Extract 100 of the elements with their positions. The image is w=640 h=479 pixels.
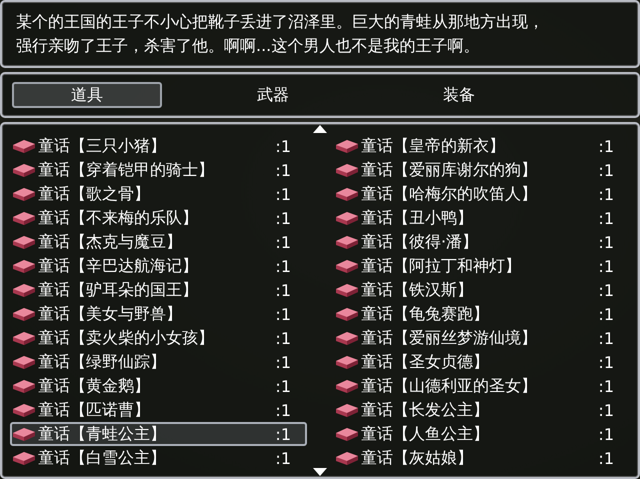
item-count: :1 — [275, 280, 291, 300]
book-icon — [12, 330, 36, 346]
item-count: :1 — [598, 280, 614, 300]
item-row[interactable]: 童话【美女与野兽】 :1 — [10, 302, 307, 326]
item-count: :1 — [275, 376, 291, 396]
item-name: 童话【青蛙公主】 — [38, 424, 167, 444]
scroll-down-icon[interactable] — [313, 468, 327, 476]
item-name: 童话【驴耳朵的国王】 — [38, 280, 199, 300]
book-icon — [12, 402, 36, 418]
item-name: 童话【不来梅的乐队】 — [38, 208, 199, 228]
item-name: 童话【爱丽库谢尔的狗】 — [361, 160, 538, 180]
item-count: :1 — [275, 184, 291, 204]
item-count: :1 — [598, 160, 614, 180]
book-icon — [12, 234, 36, 250]
item-row[interactable]: 童话【匹诺曹】 :1 — [10, 398, 307, 422]
book-icon — [335, 186, 359, 202]
item-count: :1 — [598, 304, 614, 324]
item-row[interactable]: 童话【龟兔赛跑】 :1 — [333, 302, 630, 326]
item-count: :1 — [275, 352, 291, 372]
book-icon — [335, 306, 359, 322]
item-count: :1 — [598, 376, 614, 396]
book-icon — [335, 162, 359, 178]
book-icon — [12, 378, 36, 394]
item-name: 童话【爱丽丝梦游仙境】 — [361, 328, 538, 348]
book-icon — [335, 138, 359, 154]
item-row[interactable]: 童话【人鱼公主】 :1 — [333, 422, 630, 446]
item-count: :1 — [275, 328, 291, 348]
item-row[interactable]: 童话【三只小猪】 :1 — [10, 134, 307, 158]
item-name: 童话【人鱼公主】 — [361, 424, 490, 444]
item-row[interactable]: 童话【白雪公主】 :1 — [10, 446, 307, 470]
item-name: 童话【辛巴达航海记】 — [38, 256, 199, 276]
item-row[interactable]: 童话【哈梅尔的吹笛人】 :1 — [333, 182, 630, 206]
item-name: 童话【白雪公主】 — [38, 448, 167, 468]
book-icon — [12, 186, 36, 202]
item-row[interactable]: 童话【山德利亚的圣女】 :1 — [333, 374, 630, 398]
item-name: 童话【美女与野兽】 — [38, 304, 183, 324]
item-name: 童话【黄金鹅】 — [38, 376, 151, 396]
item-name: 童话【哈梅尔的吹笛人】 — [361, 184, 538, 204]
item-row[interactable]: 童话【歌之骨】 :1 — [10, 182, 307, 206]
item-count: :1 — [598, 136, 614, 156]
description-text: 某个的王国的王子不小心把靴子丢进了沼泽里。巨大的青蛙从那地方出现， — [16, 11, 545, 33]
book-icon — [12, 450, 36, 466]
item-count: :1 — [598, 328, 614, 348]
item-name: 童话【阿拉丁和神灯】 — [361, 256, 522, 276]
item-row[interactable]: 童话【圣女贞德】 :1 — [333, 350, 630, 374]
book-icon — [335, 402, 359, 418]
book-icon — [12, 162, 36, 178]
description-text: 强行亲吻了王子，杀害了他。啊啊...这个男人也不是我的王子啊。 — [16, 35, 480, 57]
item-row[interactable]: 童话【卖火柴的小女孩】 :1 — [10, 326, 307, 350]
item-row[interactable]: 童话【丑小鸭】 :1 — [333, 206, 630, 230]
item-count: :1 — [598, 256, 614, 276]
item-row[interactable]: 童话【不来梅的乐队】 :1 — [10, 206, 307, 230]
book-icon — [335, 258, 359, 274]
item-row[interactable]: 童话【辛巴达航海记】 :1 — [10, 254, 307, 278]
item-count: :1 — [275, 304, 291, 324]
item-count: :1 — [275, 400, 291, 420]
book-icon — [12, 282, 36, 298]
item-row[interactable]: 童话【彼得·潘】 :1 — [333, 230, 630, 254]
item-row[interactable]: 童话【爱丽库谢尔的狗】 :1 — [333, 158, 630, 182]
item-row[interactable]: 童话【青蛙公主】 :1 — [10, 422, 307, 446]
book-icon — [335, 378, 359, 394]
book-icon — [335, 330, 359, 346]
book-icon — [12, 426, 36, 442]
item-row[interactable]: 童话【驴耳朵的国王】 :1 — [10, 278, 307, 302]
item-row[interactable]: 童话【灰姑娘】 :1 — [333, 446, 630, 470]
category-tab[interactable]: 道具 — [12, 82, 162, 108]
item-count: :1 — [598, 184, 614, 204]
category-tab[interactable]: 武器 — [198, 82, 348, 108]
book-icon — [12, 306, 36, 322]
item-name: 童话【灰姑娘】 — [361, 448, 474, 468]
book-icon — [12, 138, 36, 154]
item-count: :1 — [275, 448, 291, 468]
item-name: 童话【穿着铠甲的骑士】 — [38, 160, 215, 180]
item-name: 童话【龟兔赛跑】 — [361, 304, 490, 324]
item-name: 童话【三只小猪】 — [38, 136, 167, 156]
item-count: :1 — [598, 352, 614, 372]
item-row[interactable]: 童话【皇帝的新衣】 :1 — [333, 134, 630, 158]
item-row[interactable]: 童话【穿着铠甲的骑士】 :1 — [10, 158, 307, 182]
item-count: :1 — [275, 232, 291, 252]
item-count: :1 — [275, 424, 291, 444]
item-count: :1 — [598, 424, 614, 444]
item-row[interactable]: 童话【长发公主】 :1 — [333, 398, 630, 422]
book-icon — [335, 354, 359, 370]
book-icon — [335, 426, 359, 442]
scroll-up-icon[interactable] — [313, 125, 327, 133]
item-name: 童话【长发公主】 — [361, 400, 490, 420]
item-name: 童话【丑小鸭】 — [361, 208, 474, 228]
item-name: 童话【匹诺曹】 — [38, 400, 151, 420]
item-count: :1 — [598, 208, 614, 228]
item-row[interactable]: 童话【杰克与魔豆】 :1 — [10, 230, 307, 254]
book-icon — [12, 210, 36, 226]
item-count: :1 — [275, 208, 291, 228]
item-row[interactable]: 童话【铁汉斯】 :1 — [333, 278, 630, 302]
book-icon — [335, 234, 359, 250]
item-row[interactable]: 童话【黄金鹅】 :1 — [10, 374, 307, 398]
item-name: 童话【卖火柴的小女孩】 — [38, 328, 215, 348]
item-row[interactable]: 童话【阿拉丁和神灯】 :1 — [333, 254, 630, 278]
category-tab[interactable]: 装备 — [384, 82, 534, 108]
item-row[interactable]: 童话【爱丽丝梦游仙境】 :1 — [333, 326, 630, 350]
item-row[interactable]: 童话【绿野仙踪】 :1 — [10, 350, 307, 374]
